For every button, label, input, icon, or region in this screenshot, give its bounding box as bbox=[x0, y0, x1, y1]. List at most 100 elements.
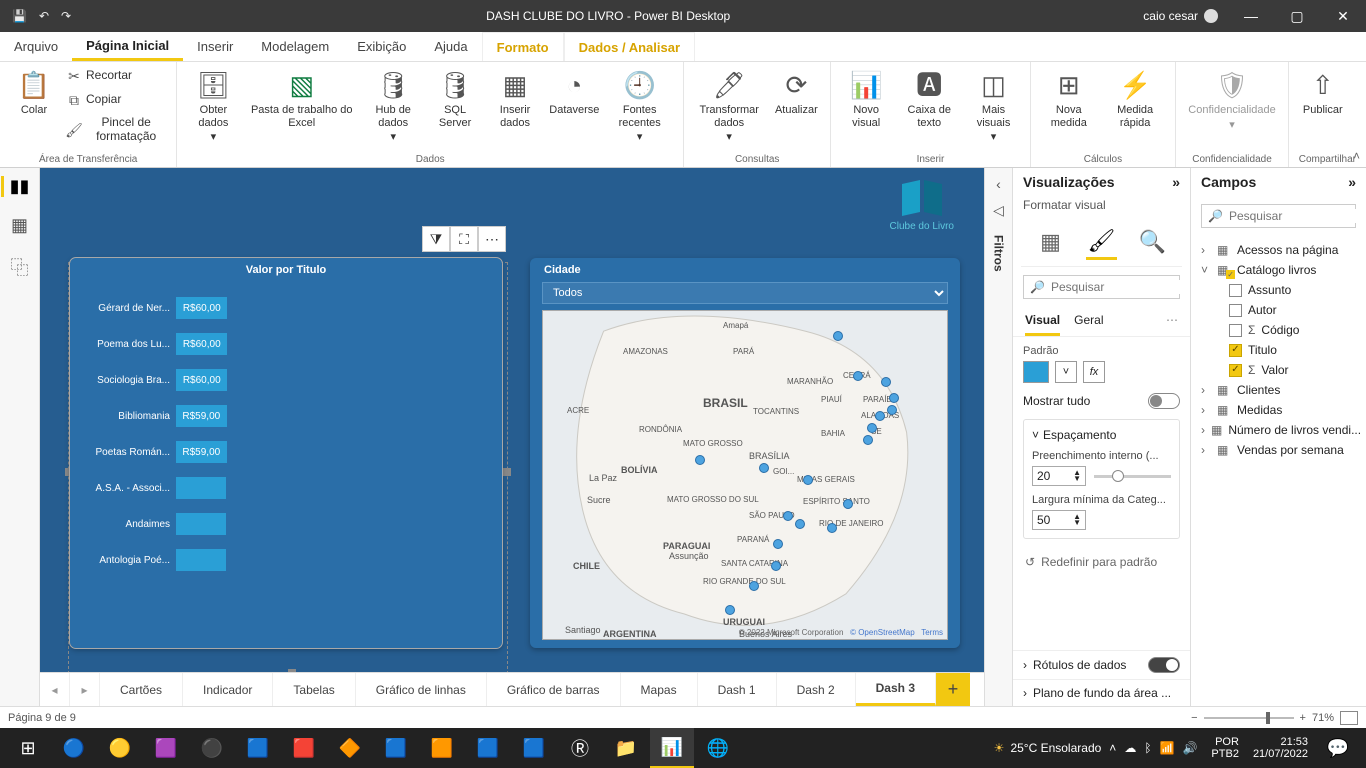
page-tab[interactable]: Dash 2 bbox=[777, 673, 856, 706]
transform-data-button[interactable]: 🖊Transformar dados▾ bbox=[694, 66, 764, 148]
tray-chevron-icon[interactable]: ˄ bbox=[1109, 741, 1116, 755]
enter-data-button[interactable]: ▦Inserir dados bbox=[488, 66, 543, 133]
bluetooth-icon[interactable]: ᛒ bbox=[1144, 741, 1151, 755]
taskbar-clock[interactable]: 21:5321/07/2022 bbox=[1247, 736, 1314, 760]
page-tab[interactable]: Gráfico de barras bbox=[487, 673, 621, 706]
taskbar-vscode[interactable]: 🟦 bbox=[374, 728, 418, 768]
page-tab[interactable]: Cartões bbox=[100, 673, 183, 706]
taskbar-word[interactable]: 🟦 bbox=[236, 728, 280, 768]
page-tab[interactable]: Dash 3 bbox=[856, 673, 936, 706]
close-button[interactable]: ✕ bbox=[1320, 0, 1366, 32]
filters-pane-collapsed[interactable]: ‹ ◁ Filtros bbox=[984, 168, 1012, 706]
tab-modeling[interactable]: Modelagem bbox=[247, 32, 343, 61]
field-autor[interactable]: Autor bbox=[1225, 300, 1360, 320]
tab-home[interactable]: Página Inicial bbox=[72, 32, 183, 61]
data-labels-section[interactable]: ›Rótulos de dados bbox=[1013, 650, 1190, 679]
copy-button[interactable]: ⧉Copiar bbox=[66, 90, 166, 110]
publish-button[interactable]: ⇧Publicar bbox=[1299, 66, 1347, 121]
taskbar-app[interactable]: 🟪 bbox=[144, 728, 188, 768]
report-view-button[interactable]: ▮▮ bbox=[1, 176, 30, 197]
table-catalogo[interactable]: ˅▦✓Catálogo livros bbox=[1197, 260, 1360, 280]
model-view-button[interactable]: ⿻ bbox=[11, 254, 29, 280]
user-account[interactable]: caio cesar bbox=[1133, 9, 1228, 23]
taskbar-powerbi-active[interactable]: 📊 bbox=[650, 728, 694, 768]
report-canvas[interactable]: Clube do Livro ⧩ ⛶ ⋯ Valor por Titulo Gé… bbox=[40, 168, 984, 672]
tab-format-context[interactable]: Formato bbox=[482, 32, 564, 61]
min-cat-width-input[interactable]: 50▲▼ bbox=[1032, 510, 1086, 530]
analytics-tab[interactable]: 🔍 bbox=[1137, 224, 1168, 260]
build-visual-tab[interactable]: ▦ bbox=[1035, 224, 1066, 260]
color-dropdown-button[interactable]: ˅ bbox=[1055, 361, 1077, 383]
taskbar-app[interactable]: 🟥 bbox=[282, 728, 326, 768]
field-valor[interactable]: ΣValor bbox=[1225, 360, 1360, 380]
fields-search-input[interactable] bbox=[1229, 209, 1366, 223]
visual-focus-button[interactable]: ⛶ bbox=[450, 226, 478, 252]
format-visual-tab[interactable]: 🖌 bbox=[1086, 224, 1117, 260]
bar-chart-visual[interactable]: ⧩ ⛶ ⋯ Valor por Titulo Gérard de Ner...R… bbox=[70, 258, 502, 648]
format-search[interactable]: 🔎 bbox=[1023, 275, 1180, 299]
page-tab[interactable]: Indicador bbox=[183, 673, 273, 706]
sql-server-button[interactable]: 🛢SQL Server bbox=[430, 66, 479, 133]
tabs-scroll-left[interactable]: ◂ bbox=[40, 673, 70, 706]
fit-to-page-button[interactable] bbox=[1340, 711, 1358, 725]
map-visual[interactable]: Cidade Todos BRASIL BOLÍVIA PARAGUAI CHI… bbox=[530, 258, 960, 648]
redo-icon[interactable]: ↷ bbox=[61, 9, 71, 23]
show-all-toggle[interactable] bbox=[1148, 393, 1180, 409]
refresh-button[interactable]: ⟳Atualizar bbox=[772, 66, 820, 121]
paste-button[interactable]: 📋 Colar bbox=[10, 66, 58, 121]
taskbar-app[interactable]: 🔶 bbox=[328, 728, 372, 768]
page-tab[interactable]: Tabelas bbox=[273, 673, 355, 706]
plot-area-bg-section[interactable]: ›Plano de fundo da área ... bbox=[1013, 679, 1190, 706]
add-page-button[interactable]: + bbox=[936, 673, 970, 706]
volume-icon[interactable]: 🔊 bbox=[1182, 741, 1197, 755]
subtab-more-button[interactable]: ⋯ bbox=[1166, 307, 1178, 336]
dataverse-button[interactable]: ◔Dataverse bbox=[550, 66, 598, 121]
start-button[interactable]: ⊞ bbox=[6, 728, 50, 768]
text-box-button[interactable]: 🅰Caixa de texto bbox=[899, 66, 959, 133]
new-measure-button[interactable]: ⊞Nova medida bbox=[1041, 66, 1097, 133]
taskbar-app[interactable]: 🟧 bbox=[420, 728, 464, 768]
format-search-input[interactable] bbox=[1051, 280, 1206, 294]
format-painter-button[interactable]: 🖌Pincel de formatação bbox=[66, 114, 166, 146]
table-vendas-semana[interactable]: ›▦Vendas por semana bbox=[1197, 440, 1360, 460]
page-tab[interactable]: Gráfico de linhas bbox=[356, 673, 487, 706]
taskbar-lang[interactable]: PORPTB2 bbox=[1205, 736, 1245, 760]
zoom-slider[interactable] bbox=[1204, 717, 1294, 719]
data-labels-toggle[interactable] bbox=[1148, 657, 1180, 673]
table-medidas[interactable]: ›▦Medidas bbox=[1197, 400, 1360, 420]
taskbar-app[interactable]: 🔵 bbox=[52, 728, 96, 768]
wifi-icon[interactable]: 📶 bbox=[1160, 741, 1175, 755]
get-data-button[interactable]: 🗄Obter dados▾ bbox=[187, 66, 239, 148]
undo-icon[interactable]: ↶ bbox=[39, 9, 49, 23]
visual-filter-button[interactable]: ⧩ bbox=[422, 226, 450, 252]
field-titulo[interactable]: Titulo bbox=[1225, 340, 1360, 360]
zoom-in-button[interactable]: + bbox=[1300, 712, 1306, 724]
inner-padding-input[interactable]: 20▲▼ bbox=[1032, 466, 1086, 486]
map-area[interactable]: BRASIL BOLÍVIA PARAGUAI CHILE URUGUAI AR… bbox=[542, 310, 948, 640]
field-codigo[interactable]: ΣCódigo bbox=[1225, 320, 1360, 340]
default-color-swatch[interactable] bbox=[1023, 361, 1049, 383]
field-assunto[interactable]: Assunto bbox=[1225, 280, 1360, 300]
table-num-livros[interactable]: ›▦Número de livros vendi... bbox=[1197, 420, 1360, 440]
taskbar-app[interactable]: 🟦 bbox=[512, 728, 556, 768]
data-hub-button[interactable]: 🛢Hub de dados▾ bbox=[364, 66, 422, 148]
collapse-viz-pane-button[interactable]: » bbox=[1172, 174, 1180, 190]
more-visuals-button[interactable]: ◫Mais visuais▾ bbox=[967, 66, 1019, 148]
new-visual-button[interactable]: 📊Novo visual bbox=[841, 66, 891, 133]
subtab-general[interactable]: Geral bbox=[1074, 307, 1103, 336]
taskbar-weather[interactable]: ☀ 25°C Ensolarado bbox=[994, 741, 1102, 755]
fields-search[interactable]: 🔎 bbox=[1201, 204, 1356, 228]
recent-sources-button[interactable]: 🕘Fontes recentes▾ bbox=[606, 66, 673, 148]
spacing-section-header[interactable]: ˅Espaçamento bbox=[1032, 428, 1171, 442]
data-view-button[interactable]: ▦ bbox=[11, 215, 28, 236]
zoom-out-button[interactable]: − bbox=[1191, 712, 1197, 724]
excel-workbook-button[interactable]: ▧Pasta de trabalho do Excel bbox=[247, 66, 356, 133]
tab-file[interactable]: Arquivo bbox=[0, 32, 72, 61]
subtab-visual[interactable]: Visual bbox=[1025, 307, 1060, 336]
taskbar-chrome[interactable]: 🟡 bbox=[98, 728, 142, 768]
page-tab[interactable]: Dash 1 bbox=[698, 673, 777, 706]
save-icon[interactable]: 💾 bbox=[12, 9, 27, 23]
tab-help[interactable]: Ajuda bbox=[420, 32, 481, 61]
city-slicer-dropdown[interactable]: Todos bbox=[542, 282, 948, 304]
taskbar-r[interactable]: Ⓡ bbox=[558, 728, 602, 768]
